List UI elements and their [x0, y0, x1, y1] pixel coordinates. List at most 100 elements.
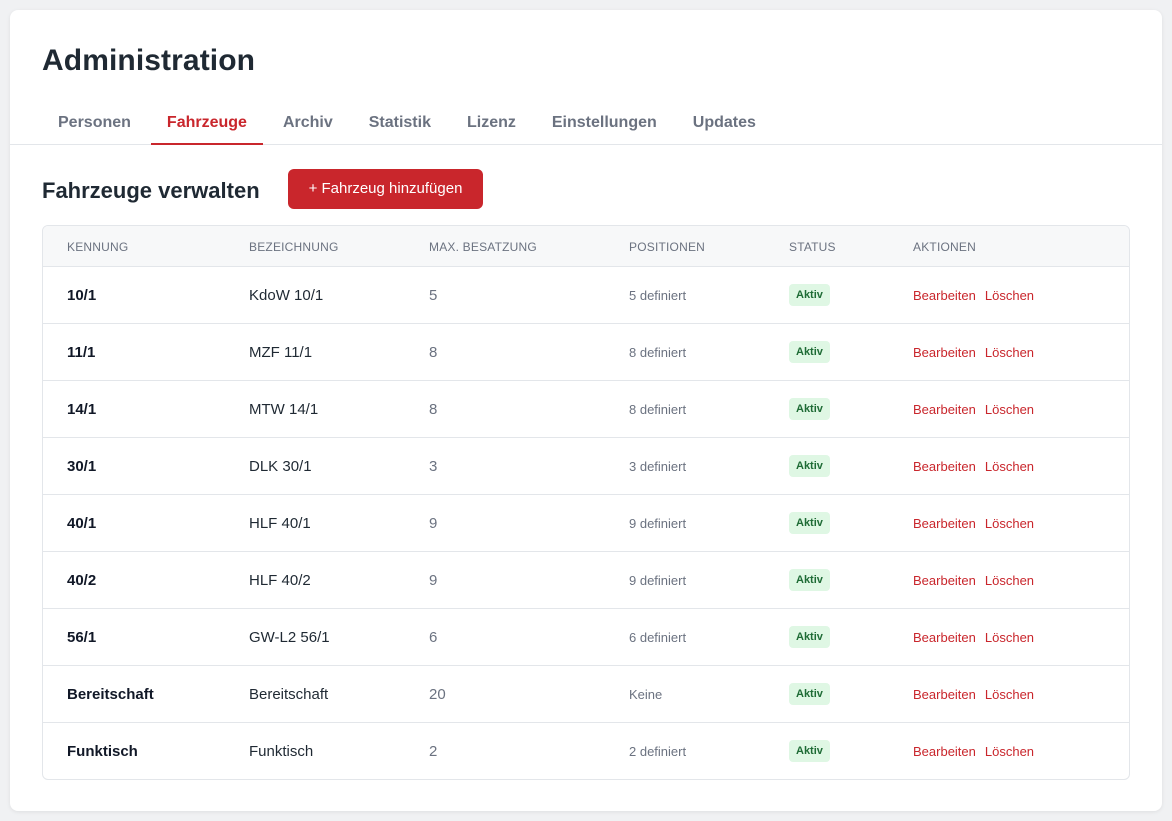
- cell-bezeichnung: Funktisch: [249, 743, 314, 760]
- actions-cell: Bearbeiten Löschen: [913, 459, 1043, 474]
- vehicles-table: Kennung Bezeichnung Max. Besatzung Posit…: [42, 225, 1130, 780]
- cell-kennung: Funktisch: [67, 743, 138, 760]
- delete-link[interactable]: Löschen: [985, 573, 1034, 588]
- cell-kennung: 30/1: [67, 458, 97, 475]
- status-badge: Aktiv: [789, 569, 830, 591]
- table-row: 56/1 GW-L2 56/1 6 6 definiert Aktiv Bear…: [43, 609, 1129, 666]
- status-cell: Aktiv: [789, 341, 830, 363]
- cell-max-besatzung: 20: [429, 686, 446, 703]
- cell-positionen: 6 definiert: [629, 630, 687, 645]
- cell-kennung: 40/1: [67, 515, 97, 532]
- edit-link[interactable]: Bearbeiten: [913, 744, 976, 759]
- status-badge: Aktiv: [789, 284, 830, 306]
- status-cell: Aktiv: [789, 740, 830, 762]
- tab-lizenz[interactable]: Lizenz: [451, 108, 532, 145]
- delete-link[interactable]: Löschen: [985, 630, 1034, 645]
- table-header: Kennung Bezeichnung Max. Besatzung Posit…: [43, 226, 1129, 267]
- edit-link[interactable]: Bearbeiten: [913, 402, 976, 417]
- delete-link[interactable]: Löschen: [985, 402, 1034, 417]
- cell-max-besatzung: 8: [429, 344, 438, 361]
- tab-bar: Personen Fahrzeuge Archiv Statistik Lize…: [10, 108, 1162, 145]
- delete-link[interactable]: Löschen: [985, 459, 1034, 474]
- cell-kennung: 56/1: [67, 629, 97, 646]
- edit-link[interactable]: Bearbeiten: [913, 459, 976, 474]
- edit-link[interactable]: Bearbeiten: [913, 573, 976, 588]
- cell-max-besatzung: 8: [429, 401, 438, 418]
- edit-link[interactable]: Bearbeiten: [913, 288, 976, 303]
- delete-link[interactable]: Löschen: [985, 744, 1034, 759]
- cell-kennung: 40/2: [67, 572, 97, 589]
- actions-cell: Bearbeiten Löschen: [913, 345, 1043, 360]
- cell-positionen: 9 definiert: [629, 573, 687, 588]
- cell-bezeichnung: Bereitschaft: [249, 686, 329, 703]
- cell-positionen: 9 definiert: [629, 516, 687, 531]
- tab-fahrzeuge[interactable]: Fahrzeuge: [150, 108, 263, 145]
- cell-kennung: Bereitschaft: [67, 686, 154, 703]
- actions-cell: Bearbeiten Löschen: [913, 687, 1043, 702]
- page-title: Administration: [42, 44, 256, 77]
- cell-max-besatzung: 5: [429, 287, 438, 304]
- header-max-besatzung: Max. Besatzung: [429, 240, 537, 254]
- status-badge: Aktiv: [789, 512, 830, 534]
- table-row: 40/1 HLF 40/1 9 9 definiert Aktiv Bearbe…: [43, 495, 1129, 552]
- cell-positionen: Keine: [629, 687, 663, 702]
- actions-cell: Bearbeiten Löschen: [913, 573, 1043, 588]
- table-row: 11/1 MZF 11/1 8 8 definiert Aktiv Bearbe…: [43, 324, 1129, 381]
- status-badge: Aktiv: [789, 683, 830, 705]
- edit-link[interactable]: Bearbeiten: [913, 687, 976, 702]
- cell-positionen: 5 definiert: [629, 288, 687, 303]
- actions-cell: Bearbeiten Löschen: [913, 630, 1043, 645]
- cell-kennung: 11/1: [67, 344, 96, 361]
- header-status: Status: [789, 240, 836, 254]
- header-bezeichnung: Bezeichnung: [249, 240, 339, 254]
- status-cell: Aktiv: [789, 455, 830, 477]
- cell-bezeichnung: KdoW 10/1: [249, 287, 324, 304]
- edit-link[interactable]: Bearbeiten: [913, 516, 976, 531]
- cell-bezeichnung: DLK 30/1: [249, 458, 312, 475]
- header-positionen: Positionen: [629, 240, 706, 254]
- cell-bezeichnung: MTW 14/1: [249, 401, 319, 418]
- cell-bezeichnung: MZF 11/1: [249, 344, 313, 361]
- status-badge: Aktiv: [789, 455, 830, 477]
- status-cell: Aktiv: [789, 512, 830, 534]
- cell-positionen: 8 definiert: [629, 402, 687, 417]
- status-badge: Aktiv: [789, 626, 830, 648]
- table-row: 30/1 DLK 30/1 3 3 definiert Aktiv Bearbe…: [43, 438, 1129, 495]
- tab-statistik[interactable]: Statistik: [353, 108, 447, 145]
- cell-max-besatzung: 9: [429, 515, 438, 532]
- tab-updates[interactable]: Updates: [677, 108, 772, 145]
- cell-positionen: 3 definiert: [629, 459, 687, 474]
- status-cell: Aktiv: [789, 626, 830, 648]
- actions-cell: Bearbeiten Löschen: [913, 402, 1043, 417]
- delete-link[interactable]: Löschen: [985, 516, 1034, 531]
- delete-link[interactable]: Löschen: [985, 687, 1034, 702]
- table-row: 10/1 KdoW 10/1 5 5 definiert Aktiv Bearb…: [43, 267, 1129, 324]
- edit-link[interactable]: Bearbeiten: [913, 630, 976, 645]
- status-badge: Aktiv: [789, 398, 830, 420]
- tab-einstellungen[interactable]: Einstellungen: [536, 108, 673, 145]
- actions-cell: Bearbeiten Löschen: [913, 744, 1043, 759]
- delete-link[interactable]: Löschen: [985, 345, 1034, 360]
- cell-max-besatzung: 2: [429, 743, 438, 760]
- cell-kennung: 10/1: [67, 287, 97, 304]
- section-title: Fahrzeuge verwalten: [42, 178, 260, 203]
- cell-kennung: 14/1: [67, 401, 97, 418]
- tab-personen[interactable]: Personen: [42, 108, 147, 145]
- add-vehicle-button[interactable]: + Fahrzeug hinzufügen: [288, 169, 483, 209]
- cell-max-besatzung: 9: [429, 572, 438, 589]
- actions-cell: Bearbeiten Löschen: [913, 288, 1043, 303]
- table-row: 14/1 MTW 14/1 8 8 definiert Aktiv Bearbe…: [43, 381, 1129, 438]
- cell-bezeichnung: HLF 40/2: [249, 572, 311, 589]
- admin-card: Administration Personen Fahrzeuge Archiv…: [10, 10, 1162, 811]
- status-cell: Aktiv: [789, 683, 830, 705]
- cell-positionen: 8 definiert: [629, 345, 687, 360]
- cell-max-besatzung: 3: [429, 458, 438, 475]
- tab-archiv[interactable]: Archiv: [267, 108, 349, 145]
- actions-cell: Bearbeiten Löschen: [913, 516, 1043, 531]
- delete-link[interactable]: Löschen: [985, 288, 1034, 303]
- cell-bezeichnung: HLF 40/1: [249, 515, 311, 532]
- cell-max-besatzung: 6: [429, 629, 438, 646]
- status-badge: Aktiv: [789, 341, 830, 363]
- edit-link[interactable]: Bearbeiten: [913, 345, 976, 360]
- cell-positionen: 2 definiert: [629, 744, 687, 759]
